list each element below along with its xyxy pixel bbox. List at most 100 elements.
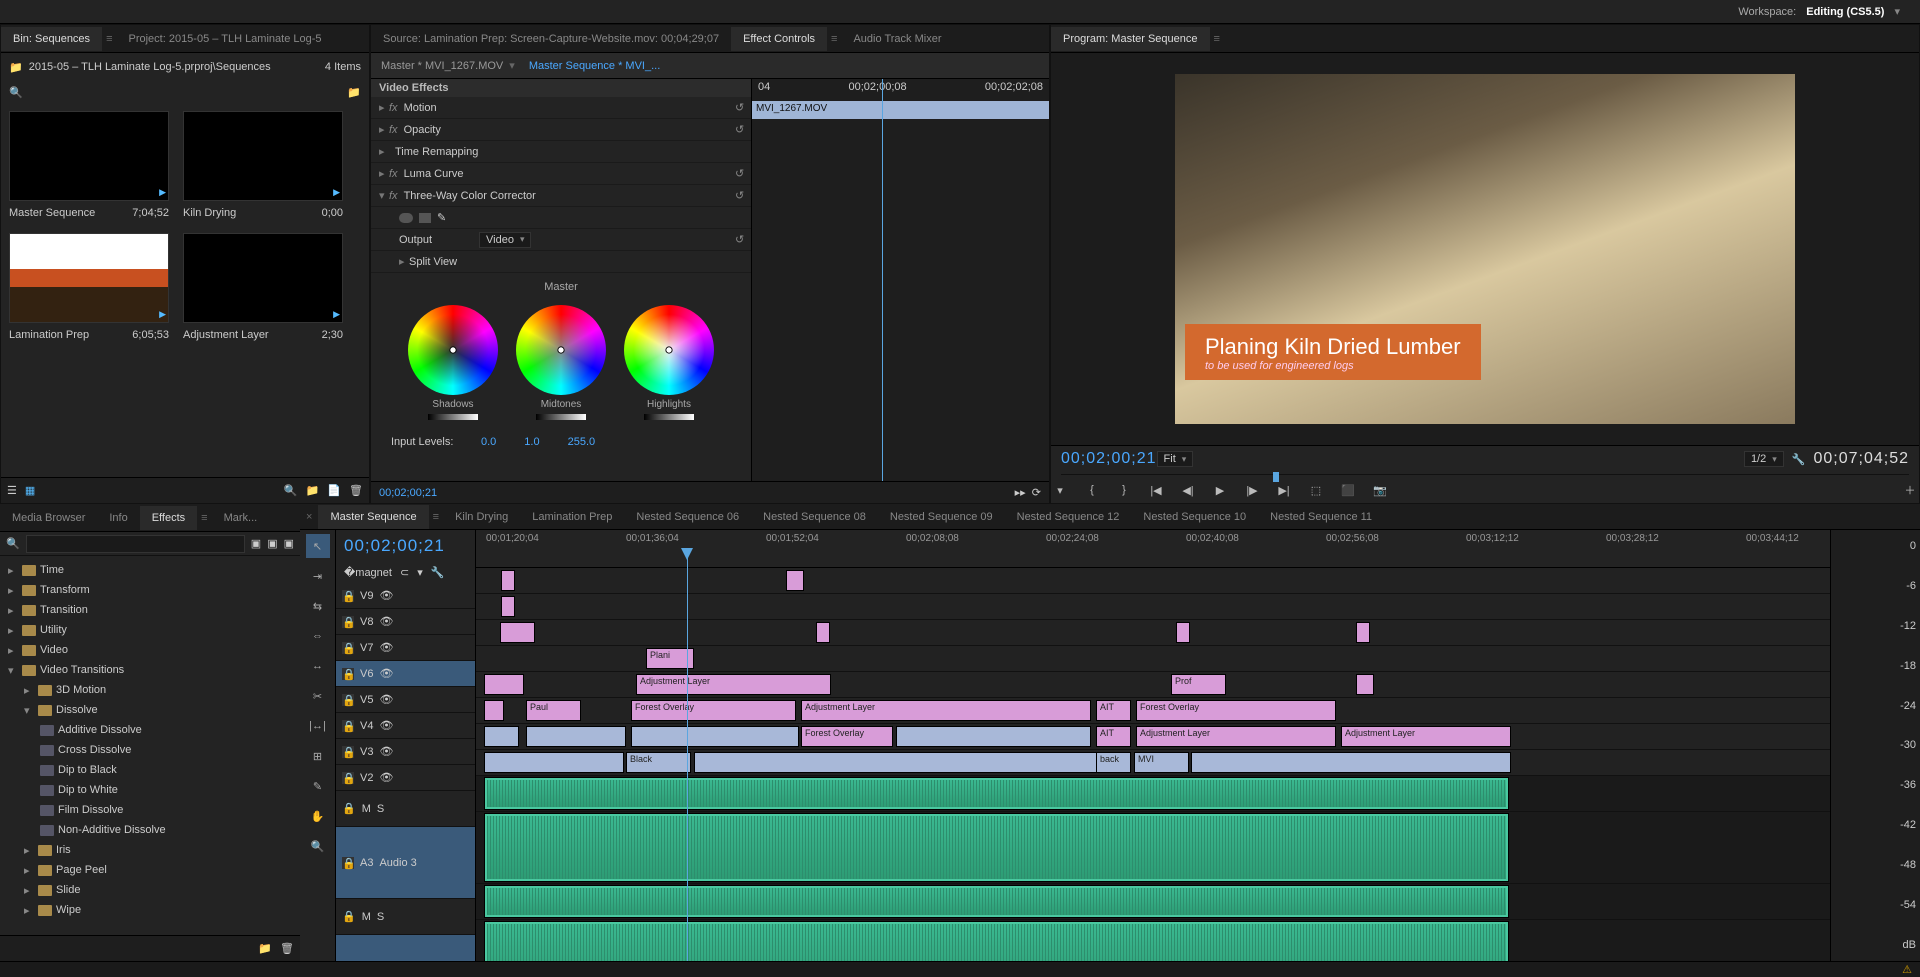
warning-icon[interactable]: ⚠ xyxy=(1902,963,1912,976)
bin-item[interactable]: ▶ Adjustment Layer2;30 xyxy=(183,233,343,341)
effects-search-input[interactable] xyxy=(26,535,245,553)
workspace-dropdown-icon[interactable]: ▾ xyxy=(1894,5,1900,18)
video-track-header[interactable]: 🔒V8👁 xyxy=(336,609,475,635)
lift-icon[interactable]: ⬚ xyxy=(1307,481,1325,499)
slip-tool-icon[interactable]: |↔| xyxy=(306,714,330,738)
project-tab[interactable]: Project: 2015-05 – TLH Laminate Log-5 xyxy=(116,27,333,51)
video-track-header[interactable]: 🔒V6👁 xyxy=(336,661,475,687)
ec-playhead[interactable] xyxy=(882,79,883,481)
output-row[interactable]: OutputVideo↺ xyxy=(371,229,751,251)
ripple-tool-icon[interactable]: ⇆ xyxy=(306,594,330,618)
video-track-header[interactable]: 🔒V9👁 xyxy=(336,583,475,609)
rolling-tool-icon[interactable]: ⇔ xyxy=(306,624,330,648)
audio-track-header[interactable]: 🔒A3Audio 3 xyxy=(336,827,475,899)
effect-leaf[interactable]: Cross Dissolve xyxy=(0,740,300,760)
selection-tool-icon[interactable]: ↖ xyxy=(306,534,330,558)
effect-row[interactable]: ▸fxOpacity↺ xyxy=(371,119,751,141)
snap-icon[interactable]: �magnet xyxy=(344,566,392,579)
effect-leaf[interactable]: Dip to Black xyxy=(0,760,300,780)
zoom-in-icon[interactable]: 🔍 xyxy=(284,484,298,497)
video-track-header[interactable]: 🔒V4👁 xyxy=(336,713,475,739)
bin-tab[interactable]: Bin: Sequences xyxy=(1,27,102,51)
fx-badge-icon[interactable]: ▣ xyxy=(251,537,261,550)
search-icon[interactable]: 🔍 xyxy=(9,86,23,99)
sequence-tab[interactable]: Kiln Drying xyxy=(443,505,520,529)
sequence-tab[interactable]: Master Sequence xyxy=(318,505,428,529)
mask-rect-icon[interactable] xyxy=(419,213,431,223)
export-frame-icon[interactable]: 📷 xyxy=(1371,481,1389,499)
mask-ellipse-icon[interactable] xyxy=(399,213,413,223)
trash-icon[interactable]: 🗑 xyxy=(349,484,363,497)
source-tab[interactable]: Source: Lamination Prep: Screen-Capture-… xyxy=(371,27,731,51)
effect-row[interactable]: ▸Time Remapping xyxy=(371,141,751,163)
track-select-tool-icon[interactable]: ⇥ xyxy=(306,564,330,588)
program-tab[interactable]: Program: Master Sequence xyxy=(1051,27,1210,51)
new-bin-icon[interactable]: 📁 xyxy=(258,942,272,955)
video-track-header[interactable]: 🔒V3👁 xyxy=(336,739,475,765)
trash-icon[interactable]: 🗑 xyxy=(280,942,294,955)
sequence-tab[interactable]: Nested Sequence 10 xyxy=(1131,505,1258,529)
bin-item[interactable]: ▶ Kiln Drying0;00 xyxy=(183,111,343,219)
effects-tab[interactable]: Effects xyxy=(140,506,197,530)
highlights-wheel[interactable]: Highlights xyxy=(624,305,714,420)
effect-leaf[interactable]: Non-Additive Dissolve xyxy=(0,820,300,840)
effect-leaf[interactable]: Additive Dissolve xyxy=(0,720,300,740)
effect-leaf[interactable]: Dip to White xyxy=(0,780,300,800)
workspace-value[interactable]: Editing (CS5.5) xyxy=(1806,6,1884,18)
sequence-tab[interactable]: Nested Sequence 08 xyxy=(751,505,878,529)
timeline-tracks[interactable]: 00;01;20;0400;01;36;0400;01;52;0400;02;0… xyxy=(476,530,1830,961)
fx-badge-icon[interactable]: ▣ xyxy=(267,537,277,550)
settings-icon[interactable]: 🔧 xyxy=(1792,453,1806,466)
extract-icon[interactable]: ⬛ xyxy=(1339,481,1357,499)
settings-icon[interactable]: 🔧 xyxy=(431,566,445,579)
sequence-tab[interactable]: Nested Sequence 11 xyxy=(1258,505,1384,529)
step-fwd-icon[interactable]: |▶ xyxy=(1243,481,1261,499)
video-track-header[interactable]: 🔒V5👁 xyxy=(336,687,475,713)
mark-in-icon[interactable]: ▾ xyxy=(1051,481,1069,499)
go-out-icon[interactable]: ▶| xyxy=(1275,481,1293,499)
fx-badge-icon[interactable]: ▣ xyxy=(284,537,294,550)
bin-item[interactable]: ▶ Lamination Prep6;05;53 xyxy=(9,233,169,341)
sequence-tab[interactable]: Lamination Prep xyxy=(520,505,624,529)
ec-timeline[interactable]: 0400;02;00;0800;02;02;08 MVI_1267.MOV xyxy=(751,79,1049,481)
add-button-icon[interactable]: ＋ xyxy=(1901,481,1919,499)
effect-leaf[interactable]: Film Dissolve xyxy=(0,800,300,820)
scale-dropdown[interactable]: 1/2 xyxy=(1744,451,1784,467)
sequence-tab[interactable]: Nested Sequence 12 xyxy=(1005,505,1132,529)
ec-loop-icon[interactable]: ⟳ xyxy=(1032,486,1041,499)
ec-sequence[interactable]: Master Sequence * MVI_... xyxy=(529,60,660,72)
play-icon[interactable]: ▶ xyxy=(1211,481,1229,499)
hand-tool-icon[interactable]: ✋ xyxy=(306,804,330,828)
ec-timecode[interactable]: 00;02;00;21 xyxy=(379,487,437,499)
midtones-wheel[interactable]: Midtones xyxy=(516,305,606,420)
info-tab[interactable]: Info xyxy=(97,506,139,530)
new-folder-icon[interactable]: 📁 xyxy=(306,484,320,497)
shadows-wheel[interactable]: Shadows xyxy=(408,305,498,420)
mark-out-icon[interactable]: { xyxy=(1083,481,1101,499)
fit-dropdown[interactable]: Fit xyxy=(1157,451,1194,467)
ec-clip-bar[interactable]: MVI_1267.MOV xyxy=(752,101,1049,119)
linked-icon[interactable]: ⊂ xyxy=(400,566,409,579)
effect-row[interactable]: ▾fxThree-Way Color Corrector↺ xyxy=(371,185,751,207)
slide-tool-icon[interactable]: ⊞ xyxy=(306,744,330,768)
audio-track-header[interactable]: 🔒A4Audio 4 xyxy=(336,935,475,961)
audio-mixer-tab[interactable]: Audio Track Mixer xyxy=(841,27,953,51)
list-view-icon[interactable]: ☰ xyxy=(7,484,17,497)
step-back-icon[interactable]: ◀| xyxy=(1179,481,1197,499)
media-browser-tab[interactable]: Media Browser xyxy=(0,506,97,530)
timeline-timecode[interactable]: 00;02;00;21 xyxy=(336,530,475,562)
sequence-tab[interactable]: Nested Sequence 06 xyxy=(624,505,751,529)
rate-tool-icon[interactable]: ↔ xyxy=(306,654,330,678)
effect-row[interactable]: ▸fxLuma Curve↺ xyxy=(371,163,751,185)
new-bin-icon[interactable]: 📁 xyxy=(347,86,361,99)
program-viewport[interactable]: Planing Kiln Dried Lumber to be used for… xyxy=(1175,74,1795,424)
program-scrubber[interactable] xyxy=(1273,472,1279,482)
markers-tab[interactable]: Mark... xyxy=(212,506,270,530)
audio-track-header[interactable]: 🔒MS xyxy=(336,791,475,827)
audio-track-header[interactable]: 🔒MS xyxy=(336,899,475,935)
razor-tool-icon[interactable]: ✂ xyxy=(306,684,330,708)
effect-row[interactable]: ▸fxMotion↺ xyxy=(371,97,751,119)
effect-controls-tab[interactable]: Effect Controls xyxy=(731,27,827,51)
go-in-icon[interactable]: |◀ xyxy=(1147,481,1165,499)
program-timecode[interactable]: 00;02;00;21 xyxy=(1061,450,1157,468)
